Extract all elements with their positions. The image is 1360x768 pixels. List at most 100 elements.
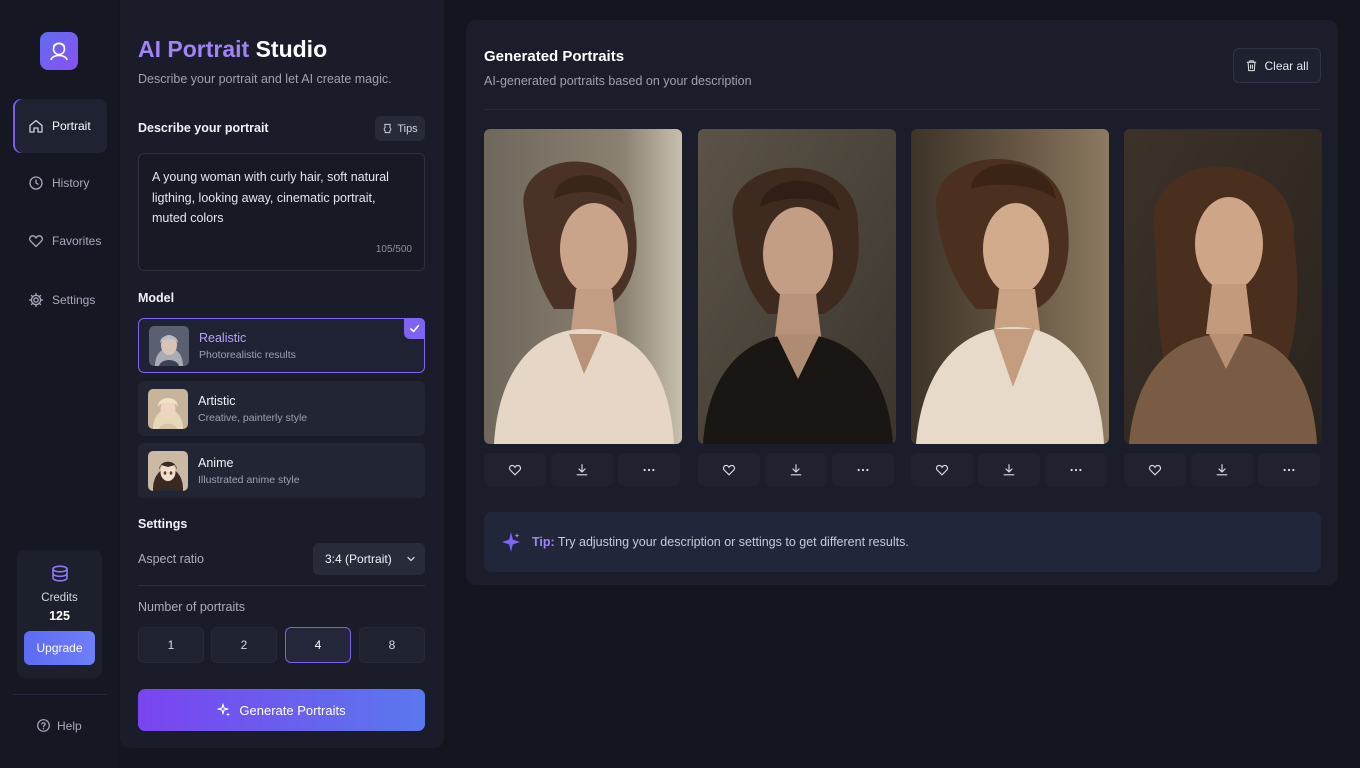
page-subtitle: Describe your portrait and let AI create…	[138, 72, 392, 86]
portrait-image-1[interactable]	[484, 129, 682, 444]
favorite-button-4[interactable]	[1124, 453, 1186, 486]
more-horizontal-icon	[643, 468, 655, 471]
model-name: Realistic	[199, 330, 247, 345]
download-icon	[1216, 463, 1228, 475]
selected-check-badge	[404, 318, 425, 339]
download-button-2[interactable]	[765, 453, 827, 486]
count-option-1[interactable]: 1	[138, 627, 204, 663]
chevron-down-icon	[407, 556, 415, 562]
describe-heading: Describe your portrait	[138, 121, 269, 135]
nav-item-favorites[interactable]: Favorites	[13, 214, 107, 268]
results-title: Generated Portraits	[484, 48, 625, 65]
trash-icon	[1247, 60, 1257, 72]
aspect-ratio-value: 3:4 (Portrait)	[325, 552, 392, 566]
tip-label: Tip:	[532, 535, 555, 549]
more-horizontal-icon	[1070, 468, 1082, 471]
anime-thumbnail	[148, 450, 188, 491]
clear-all-label: Clear all	[1264, 58, 1309, 73]
nav-item-portrait[interactable]: Portrait	[13, 99, 107, 153]
settings-heading: Settings	[138, 517, 188, 531]
count-option-4[interactable]: 4	[285, 627, 351, 663]
model-desc: Creative, painterly style	[198, 411, 308, 424]
download-icon	[1003, 463, 1015, 475]
nav-item-history[interactable]: History	[13, 156, 107, 210]
title-accent: AI Portrait	[138, 36, 250, 62]
title-rest: Studio	[249, 36, 328, 62]
download-button-1[interactable]	[551, 453, 613, 486]
nav-item-settings[interactable]: Settings	[13, 273, 107, 327]
more-button-1[interactable]	[618, 453, 680, 486]
prompt-textarea[interactable]: A young woman with curly hair, soft natu…	[138, 153, 425, 271]
upgrade-button[interactable]: Upgrade	[24, 631, 95, 665]
sparkle-icon	[217, 703, 231, 717]
portrait-image-3[interactable]	[911, 129, 1109, 444]
heart-icon	[935, 464, 949, 476]
realistic-thumbnail	[149, 325, 189, 366]
model-option-artistic[interactable]: Artistic Creative, painterly style	[138, 381, 425, 436]
portrait-image-2[interactable]	[698, 129, 896, 444]
sidebar-divider	[13, 694, 107, 695]
help-label: Help	[57, 718, 82, 733]
download-button-3[interactable]	[978, 453, 1040, 486]
model-desc: Illustrated anime style	[198, 473, 300, 486]
more-horizontal-icon	[857, 468, 869, 471]
sparkle-icon	[502, 532, 520, 552]
lightbulb-icon	[384, 123, 392, 134]
generate-portraits-button[interactable]: Generate Portraits	[138, 689, 425, 731]
app-logo[interactable]	[40, 32, 78, 70]
download-icon	[576, 463, 588, 475]
results-divider	[484, 109, 1321, 110]
results-subtitle: AI-generated portraits based on your des…	[484, 74, 752, 88]
form-panel: AI Portrait Studio Describe your portrai…	[120, 0, 444, 748]
coins-stack-icon	[51, 565, 68, 582]
model-desc: Photorealistic results	[199, 348, 296, 361]
model-heading: Model	[138, 291, 175, 305]
artistic-thumbnail	[148, 388, 188, 429]
credits-card: Credits 125 Upgrade	[17, 550, 102, 678]
model-option-anime[interactable]: Anime Illustrated anime style	[138, 443, 425, 498]
heart-icon	[29, 235, 43, 248]
results-panel: Generated Portraits AI-generated portrai…	[466, 20, 1338, 585]
gear-icon	[28, 292, 44, 308]
tip-banner: Tip: Try adjusting your description or s…	[484, 512, 1321, 572]
heart-icon	[1148, 464, 1162, 476]
aspect-ratio-select[interactable]: 3:4 (Portrait)	[313, 543, 425, 575]
aspect-ratio-label: Aspect ratio	[138, 552, 205, 566]
more-button-4[interactable]	[1258, 453, 1320, 486]
tips-button[interactable]: Tips	[375, 116, 425, 141]
more-horizontal-icon	[1283, 468, 1295, 471]
settings-divider	[138, 585, 425, 586]
portrait-image-4[interactable]	[1124, 129, 1322, 444]
tip-text: Try adjusting your description or settin…	[554, 535, 909, 549]
tips-label: Tips	[397, 122, 418, 135]
char-counter: 105/500	[375, 243, 412, 255]
favorite-button-3[interactable]	[911, 453, 973, 486]
more-button-3[interactable]	[1045, 453, 1107, 486]
generate-label: Generate Portraits	[239, 702, 346, 718]
favorite-button-1[interactable]	[484, 453, 546, 486]
model-name: Artistic	[198, 393, 236, 408]
count-option-2[interactable]: 2	[211, 627, 277, 663]
more-button-2[interactable]	[832, 453, 894, 486]
nav-item-label: History	[52, 176, 90, 190]
help-link[interactable]: Help	[36, 718, 82, 733]
count-option-8[interactable]: 8	[359, 627, 425, 663]
credits-value: 125	[49, 609, 70, 623]
prompt-text[interactable]: A young woman with curly hair, soft natu…	[152, 170, 389, 225]
tip-text-wrap: Tip: Try adjusting your description or s…	[532, 535, 909, 549]
model-option-realistic[interactable]: Realistic Photorealistic results	[138, 318, 425, 373]
model-name: Anime	[198, 455, 234, 470]
nav-item-label: Favorites	[52, 234, 102, 248]
portrait-logo-icon	[50, 42, 68, 61]
help-circle-icon	[37, 719, 50, 732]
portrait-count-label: Number of portraits	[138, 600, 245, 614]
clear-all-button[interactable]: Clear all	[1233, 48, 1321, 83]
favorite-button-2[interactable]	[698, 453, 760, 486]
download-icon	[790, 463, 802, 475]
home-icon	[29, 119, 43, 133]
check-icon	[410, 324, 420, 333]
download-button-4[interactable]	[1191, 453, 1253, 486]
nav-item-label: Settings	[52, 293, 96, 307]
page-title: AI Portrait Studio	[138, 36, 327, 63]
heart-icon	[722, 464, 736, 476]
